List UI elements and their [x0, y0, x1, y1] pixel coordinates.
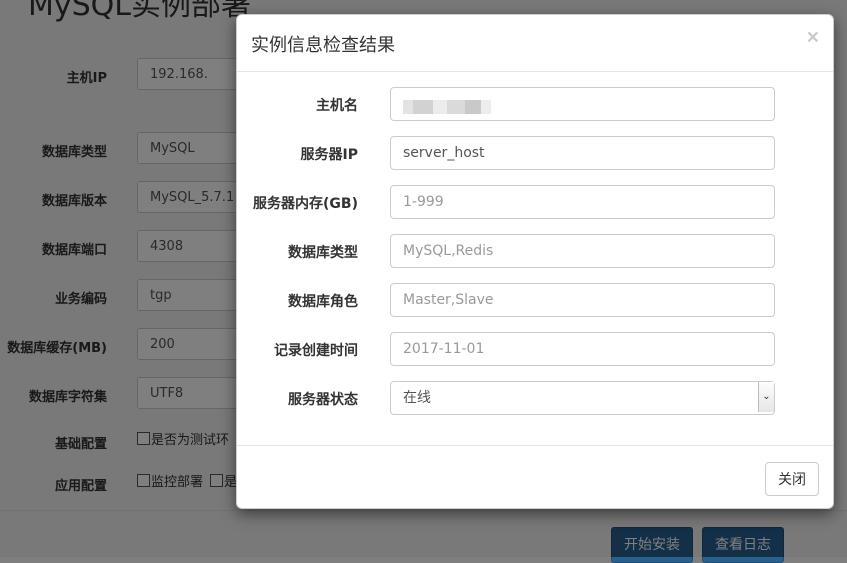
form-row-db-role: 数据库角色	[237, 283, 833, 317]
db-role-label: 数据库角色	[288, 294, 358, 310]
close-icon[interactable]: ×	[807, 27, 819, 48]
chevron-down-icon[interactable]: ⌄	[758, 382, 774, 412]
redacted-hostname	[403, 96, 491, 115]
created-time-label: 记录创建时间	[274, 343, 358, 359]
form-row-db-type: 数据库类型	[237, 234, 833, 268]
form-row-memory: 服务器内存(GB)	[237, 185, 833, 219]
form-row-server-ip: 服务器IP	[237, 136, 833, 170]
db-role-input[interactable]	[390, 283, 775, 317]
hostname-label: 主机名	[316, 98, 358, 114]
server-status-label: 服务器状态	[288, 392, 358, 408]
memory-input[interactable]	[390, 185, 775, 219]
modal-title: 实例信息检查结果	[251, 35, 395, 56]
close-button[interactable]: 关闭	[765, 462, 819, 496]
server-ip-label: 服务器IP	[300, 147, 358, 163]
server-status-select[interactable]: 在线 ⌄	[390, 381, 775, 415]
instance-check-modal: 实例信息检查结果 × 主机名 服务器IP 服务器内存(GB) 数据库类型 数据库…	[236, 14, 834, 509]
modal-header: 实例信息检查结果 ×	[237, 15, 833, 72]
db-type-input[interactable]	[390, 234, 775, 268]
form-row-created: 记录创建时间	[237, 332, 833, 366]
form-row-status: 服务器状态 在线 ⌄	[237, 381, 833, 415]
server-status-value: 在线	[390, 381, 775, 415]
server-ip-input[interactable]	[390, 136, 775, 170]
memory-label: 服务器内存(GB)	[253, 196, 358, 212]
form-row-hostname: 主机名	[237, 87, 833, 121]
created-time-input[interactable]	[390, 332, 775, 366]
modal-footer: 关闭	[237, 445, 833, 510]
db-type-modal-label: 数据库类型	[288, 245, 358, 261]
